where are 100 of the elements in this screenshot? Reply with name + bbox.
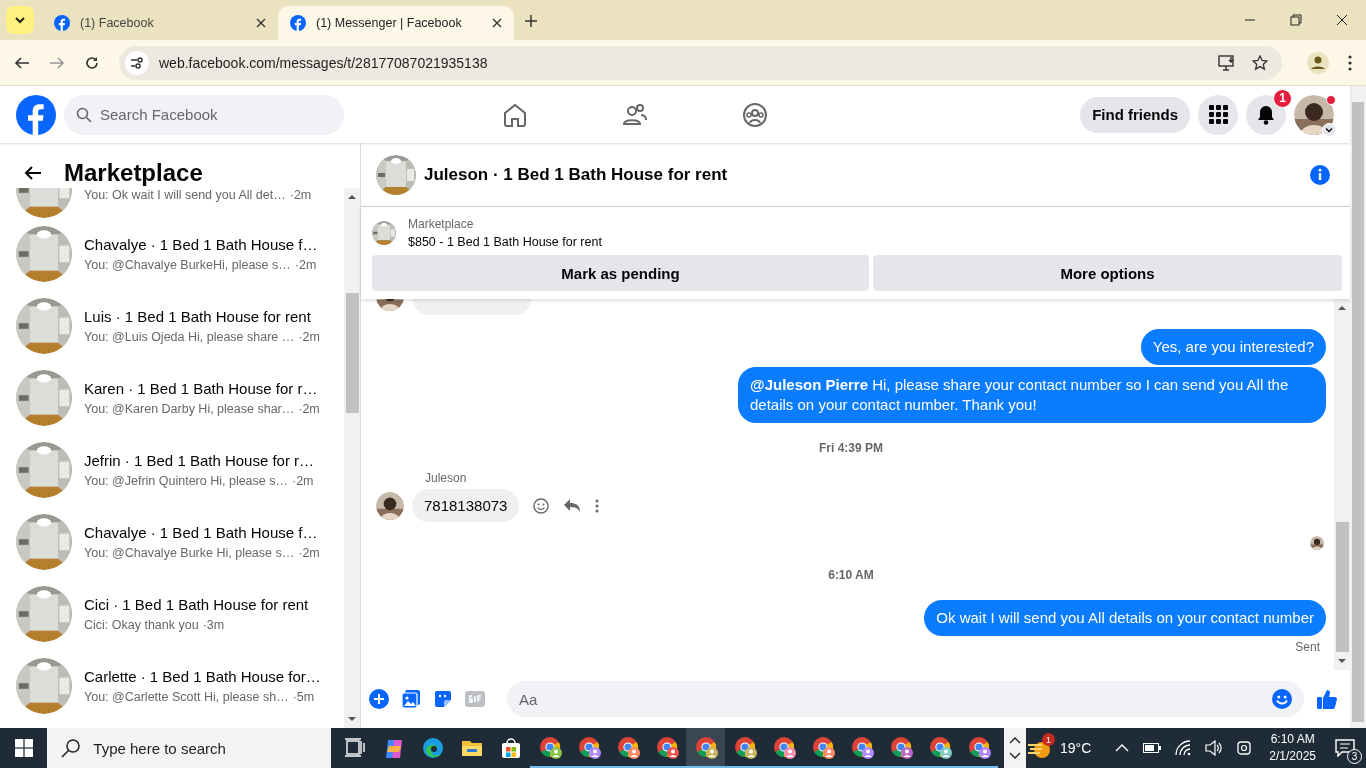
message-time: ·2m [289, 188, 312, 202]
facebook-logo-icon[interactable] [16, 94, 56, 135]
browser-tab[interactable]: (1) Facebook [42, 6, 278, 40]
menu-button[interactable] [1198, 94, 1238, 135]
more-icon[interactable] [595, 498, 600, 513]
sender-name: Juleson [425, 471, 468, 485]
scroll-up-icon[interactable] [1338, 305, 1346, 311]
close-icon[interactable] [256, 18, 266, 28]
plus-icon[interactable] [524, 14, 538, 28]
conversation-title: Luis · 1 Bed 1 Bath House for rent [84, 308, 312, 325]
close-icon[interactable] [1336, 14, 1348, 26]
site-settings-icon[interactable] [129, 54, 145, 71]
back-arrow-icon[interactable] [24, 164, 42, 181]
message-bubble: 7818138073 [412, 489, 520, 522]
meet-now-icon[interactable] [1237, 739, 1252, 757]
taskbar-app[interactable] [686, 728, 726, 768]
message-time: ·2m [298, 330, 320, 344]
message-bubble: Yes, are you interested? [1140, 329, 1326, 365]
volume-icon[interactable] [1205, 740, 1224, 756]
search-icon [76, 106, 92, 123]
search-field[interactable]: Search Facebook [64, 94, 344, 135]
reply-icon[interactable] [563, 497, 582, 514]
emoji-icon[interactable] [533, 497, 550, 514]
message-preview: Cici: Okay thank you [84, 618, 199, 632]
scrollbar-thumb[interactable] [345, 293, 359, 413]
timestamp: Fri 4:39 PM [818, 441, 884, 455]
status-dot [1326, 94, 1336, 105]
sidebar-scrollbar[interactable] [344, 188, 360, 728]
conversation-item[interactable]: Chavalye · 1 Bed 1 Bath House f… You: @Chavalye Burke Hi, please s… ·2m [16, 506, 344, 578]
scroll-down-icon[interactable] [1338, 658, 1346, 664]
facebook-logo-icon [290, 15, 306, 31]
conversation-item[interactable]: Chavalye · 1 Bed 1 Bath House f… You: @Chavalye BurkeHi, please s… ·2m [16, 218, 344, 290]
chevron-down-icon[interactable] [1009, 752, 1022, 760]
listing-title: $850 - 1 Bed 1 Bath House for rent [408, 235, 602, 249]
chevron-down-icon [14, 14, 26, 26]
temperature[interactable]: 19°C [1060, 740, 1092, 756]
scroll-up-icon[interactable] [348, 194, 356, 200]
listing-action-button[interactable]: Mark as pending [372, 255, 869, 291]
conversation-item[interactable]: Karen · 1 Bed 1 Bath House for r… You: @Karen Darby Hi, please shar… ·2m [16, 362, 344, 434]
conversation-item[interactable]: Carlette · 1 Bed 1 Bath House for… You: @Carlette Scott Hi, please sh… ·5m [16, 650, 344, 722]
message-time: ·2m [292, 474, 314, 488]
conversation-title: Karen · 1 Bed 1 Bath House for r… [84, 380, 319, 397]
listing-action-button[interactable]: More options [873, 255, 1342, 291]
conversation-item[interactable]: Cici · 1 Bed 1 Bath House for rent Cici: Okay thank you ·3m [16, 578, 344, 650]
message-preview: You: @Jefrin Quintero Hi, please s… [84, 474, 288, 488]
taskbar-search-field[interactable]: Type here to search [47, 728, 332, 768]
more-menu-icon[interactable] [1348, 54, 1352, 71]
scroll-down-icon[interactable] [348, 716, 356, 722]
scrollbar-thumb[interactable] [1335, 522, 1349, 652]
sticker-icon[interactable] [433, 689, 453, 709]
thumbs-up-icon[interactable] [1316, 688, 1338, 710]
conversation-title: Cici · 1 Bed 1 Bath House for rent [84, 596, 309, 613]
chevron-down-icon [1325, 125, 1333, 134]
message-preview: You: @Karen Darby Hi, please shar… [84, 402, 295, 416]
close-icon[interactable] [492, 18, 502, 28]
emoji-icon[interactable] [1272, 689, 1292, 709]
reload-icon[interactable] [84, 54, 100, 71]
people-icon[interactable] [622, 101, 648, 128]
conversation-item[interactable]: Jefrin · 1 Bed 1 Bath House for r… You: @Jefrin Quintero Hi, please s… ·2m [16, 434, 344, 506]
notifications-button[interactable] [1246, 94, 1286, 135]
grid-icon [1208, 105, 1228, 124]
chat-scrollbar[interactable] [1334, 299, 1350, 670]
browser-tab[interactable]: (1) Messenger | Facebook [278, 6, 514, 40]
group-icon[interactable] [742, 101, 768, 128]
edge-icon [421, 737, 444, 759]
windows-logo-icon [14, 739, 33, 757]
image-icon[interactable] [401, 689, 421, 709]
battery-icon[interactable] [1143, 743, 1162, 753]
message-time: ·2m [298, 402, 320, 416]
tab-search-button[interactable] [6, 6, 34, 34]
star-icon[interactable] [1252, 54, 1268, 71]
message-time: ·2m [298, 546, 320, 560]
message-preview: You: @Luis Ojeda Hi, please share … [84, 330, 295, 344]
find-friends-button[interactable]: Find friends [1080, 96, 1190, 133]
plus-circle-icon[interactable] [369, 689, 389, 709]
install-app-icon[interactable] [1218, 54, 1236, 71]
back-arrow-icon[interactable] [14, 54, 30, 71]
chevron-up-icon[interactable] [1009, 736, 1022, 744]
conversation-item[interactable]: Luis · 1 Bed 1 Bath House for rent You: @Luis Ojeda Hi, please share … ·2m [16, 290, 344, 362]
clock[interactable]: 6:10 AM 2/1/2025 [1269, 731, 1316, 765]
wifi-icon[interactable] [1175, 740, 1192, 756]
notification-center-button[interactable]: 3 [1330, 733, 1360, 763]
message-status: Sent [1294, 640, 1321, 654]
weather-badge: 1 [1042, 733, 1055, 746]
info-icon[interactable] [1310, 164, 1330, 185]
message-time: ·3m [202, 618, 225, 632]
notification-badge: 1 [1273, 88, 1292, 108]
facebook-logo-icon [54, 15, 70, 31]
listing-label: Marketplace [408, 217, 475, 231]
address-bar[interactable]: web.facebook.com/messages/t/28177087021935138 [119, 45, 1282, 80]
conversation-item[interactable]: You: Ok wait I will send you All det… ·2m [16, 188, 344, 218]
task-view-icon [343, 737, 366, 759]
page-scrollbar[interactable] [1350, 86, 1366, 728]
sidebar-title: Marketplace [64, 158, 203, 187]
home-icon[interactable] [502, 101, 528, 128]
message-field[interactable]: Aa [507, 681, 1304, 717]
profile-icon[interactable] [1307, 51, 1329, 74]
forward-arrow-icon [49, 54, 65, 71]
bell-icon [1256, 104, 1276, 125]
restore-icon[interactable] [1290, 14, 1302, 26]
